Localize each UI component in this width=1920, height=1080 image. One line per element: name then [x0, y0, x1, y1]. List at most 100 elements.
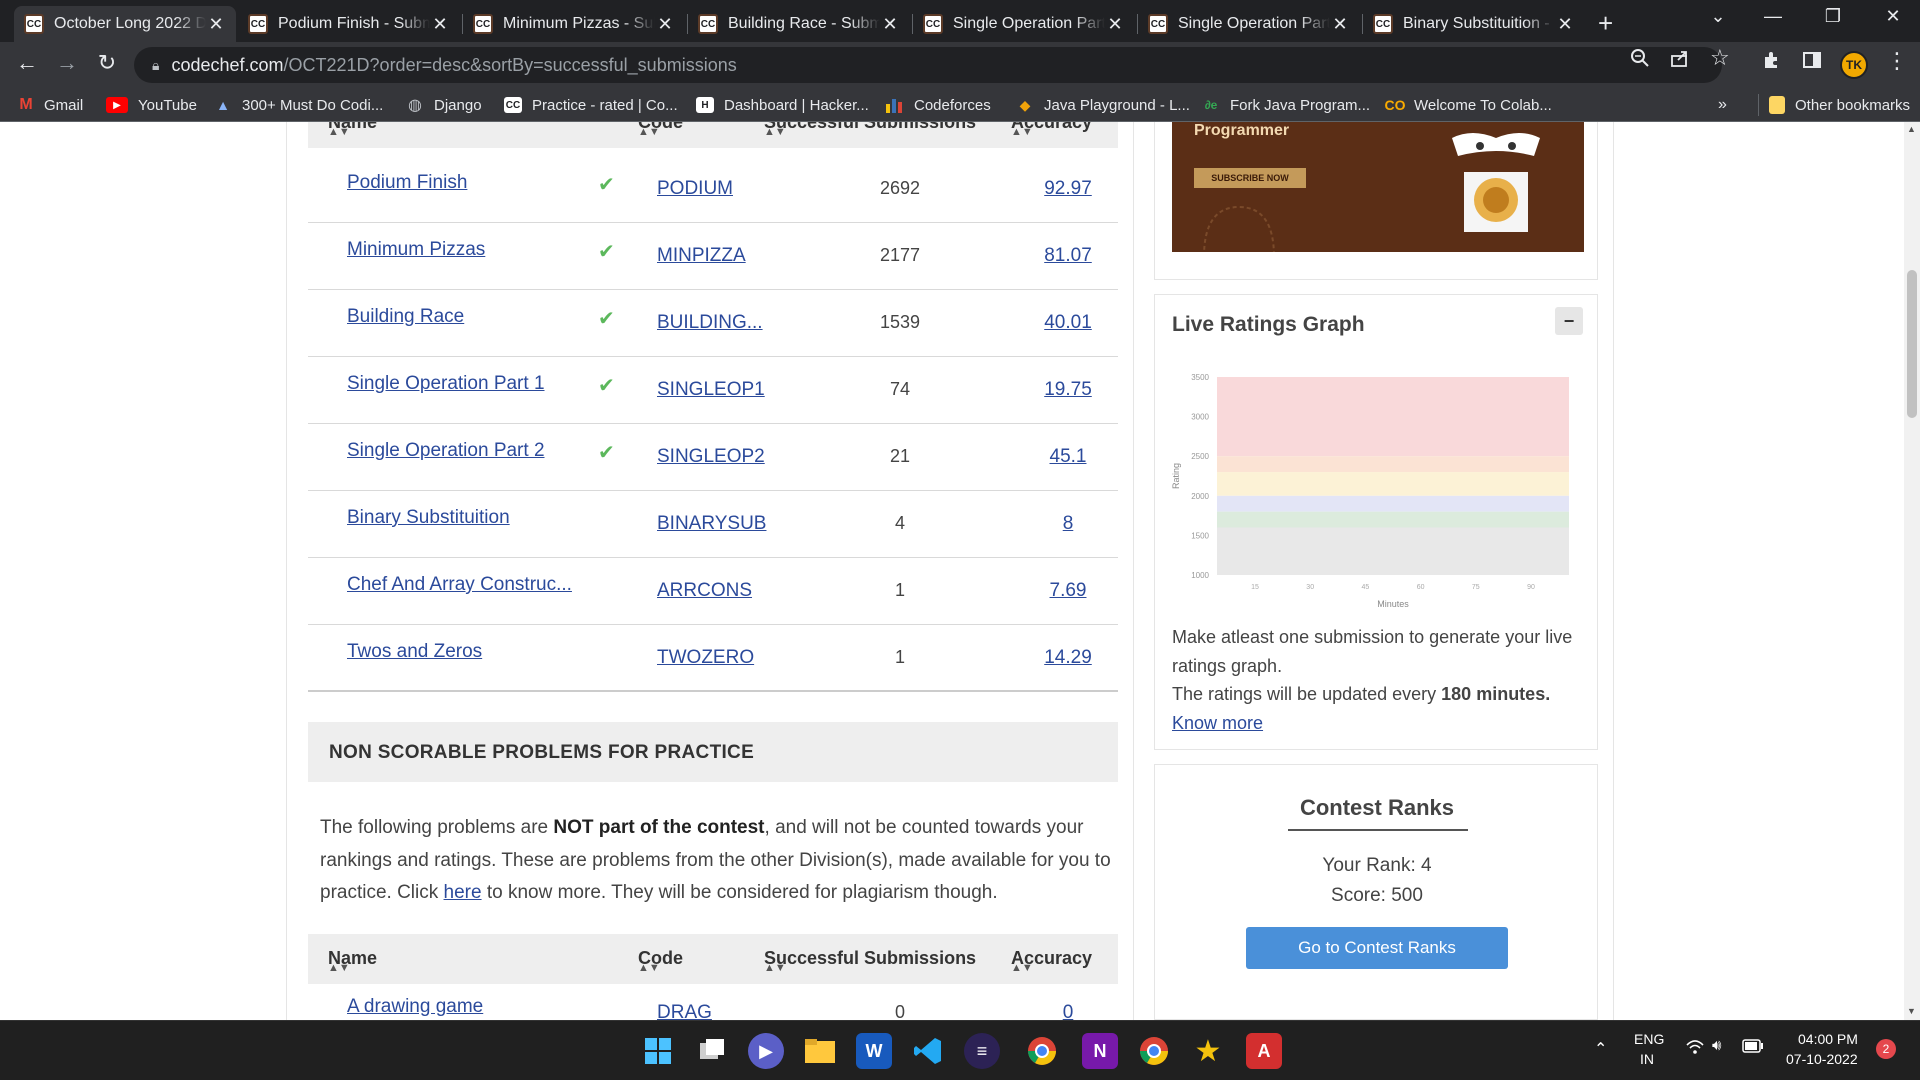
- col-accuracy-header[interactable]: ▲▼ Accuracy: [1011, 122, 1092, 138]
- close-icon[interactable]: ✕: [430, 14, 450, 35]
- subscribe-button[interactable]: SUBSCRIBE NOW: [1194, 168, 1306, 188]
- problem-code-link[interactable]: BINARYSUB: [657, 513, 766, 535]
- address-bar[interactable]: 🔒︎ codechef.com/OCT221D?order=desc&sortB…: [134, 47, 1722, 83]
- problem-code-link[interactable]: PODIUM: [657, 178, 733, 200]
- tab-binary-substituition[interactable]: CC Binary Substituition - ✕: [1363, 6, 1585, 42]
- bookmark-java-playground[interactable]: ◆ Java Playground - L...: [1016, 94, 1190, 116]
- tab-building-race[interactable]: CC Building Race - Submissions ✕: [688, 6, 910, 42]
- zoom-icon[interactable]: [1630, 48, 1650, 74]
- col-accuracy-header[interactable]: ▲▼ Accuracy: [1011, 948, 1092, 974]
- minimize-icon[interactable]: —: [1758, 6, 1788, 27]
- col-name-header[interactable]: ▲▼ Name: [328, 122, 377, 138]
- tab-search-icon[interactable]: ⌄: [1703, 6, 1733, 27]
- volume-icon[interactable]: 🔊︎: [1712, 1037, 1721, 1054]
- bookmark-youtube[interactable]: ▶ YouTube: [106, 94, 197, 116]
- bookmark-gmail[interactable]: M Gmail: [18, 94, 83, 116]
- col-submissions-header[interactable]: ▲▼ Successful Submissions: [764, 948, 976, 974]
- bookmark-must-do[interactable]: ▲ 300+ Must Do Codi...: [214, 94, 383, 116]
- accuracy-link[interactable]: 92.97: [1018, 178, 1118, 200]
- new-tab-button[interactable]: +: [1598, 8, 1613, 39]
- wifi-icon[interactable]: [1686, 1039, 1704, 1059]
- close-icon[interactable]: ✕: [1330, 14, 1350, 35]
- bookmark-colab[interactable]: CO Welcome To Colab...: [1385, 94, 1552, 116]
- bookmark-star-icon[interactable]: ☆: [1710, 45, 1730, 71]
- problem-name-link[interactable]: Twos and Zeros: [347, 641, 579, 663]
- problem-name-link[interactable]: Single Operation Part 2: [347, 440, 579, 462]
- side-panel-icon[interactable]: [1802, 50, 1822, 76]
- accuracy-link[interactable]: 81.07: [1018, 245, 1118, 267]
- scroll-down-icon[interactable]: ▼: [1907, 1006, 1916, 1016]
- notification-badge[interactable]: 2: [1876, 1039, 1896, 1059]
- accuracy-link[interactable]: 8: [1018, 513, 1118, 535]
- teams-chat-icon[interactable]: ▶: [748, 1033, 784, 1069]
- close-icon[interactable]: ✕: [1555, 14, 1575, 35]
- close-window-icon[interactable]: ✕: [1878, 6, 1908, 27]
- problem-name-link[interactable]: Binary Substituition: [347, 507, 579, 529]
- bookmark-django[interactable]: ◍ Django: [406, 94, 482, 116]
- bookmark-fork-java[interactable]: ∂e Fork Java Program...: [1202, 94, 1370, 116]
- here-link[interactable]: here: [444, 882, 482, 903]
- problem-name-link[interactable]: Building Race: [347, 306, 579, 328]
- bookmark-hackerrank[interactable]: H Dashboard | Hacker...: [696, 94, 869, 116]
- accuracy-link[interactable]: 0: [1018, 1002, 1118, 1020]
- menu-kebab-icon[interactable]: ⋮: [1886, 48, 1908, 74]
- acrobat-icon[interactable]: A: [1246, 1033, 1282, 1069]
- problem-code-link[interactable]: TWOZERO: [657, 647, 754, 669]
- share-icon[interactable]: [1670, 48, 1690, 74]
- col-code-header[interactable]: ▲▼ Code: [638, 948, 683, 974]
- problem-name-link[interactable]: Podium Finish: [347, 172, 579, 194]
- bookmarks-overflow-button[interactable]: »: [1718, 94, 1727, 116]
- chrome-icon[interactable]: [1136, 1033, 1172, 1069]
- problem-code-link[interactable]: SINGLEOP1: [657, 379, 765, 401]
- page-scrollbar[interactable]: ▲ ▼: [1904, 122, 1920, 1020]
- problem-name-link[interactable]: Chef And Array Construc...: [347, 574, 579, 596]
- problem-code-link[interactable]: BUILDING...: [657, 312, 763, 334]
- go-to-contest-ranks-button[interactable]: Go to Contest Ranks: [1246, 927, 1508, 969]
- forward-icon[interactable]: →: [52, 50, 82, 76]
- windows-start-icon[interactable]: [640, 1033, 676, 1069]
- problem-code-link[interactable]: DRAG: [657, 1002, 712, 1020]
- know-more-link[interactable]: Know more: [1172, 713, 1263, 733]
- vscode-icon[interactable]: [910, 1033, 946, 1069]
- col-code-header[interactable]: ▲▼ Code: [638, 122, 683, 138]
- accuracy-link[interactable]: 40.01: [1018, 312, 1118, 334]
- problem-name-link[interactable]: Minimum Pizzas: [347, 239, 579, 261]
- tray-overflow-icon[interactable]: ⌃: [1594, 1039, 1607, 1059]
- file-explorer-icon[interactable]: [802, 1033, 838, 1069]
- close-icon[interactable]: ✕: [1105, 14, 1125, 35]
- problem-name-link[interactable]: A drawing game: [347, 996, 579, 1018]
- problem-code-link[interactable]: MINPIZZA: [657, 245, 746, 267]
- star-app-icon[interactable]: ★: [1190, 1033, 1226, 1069]
- reload-icon[interactable]: ↻: [92, 50, 122, 76]
- input-language[interactable]: ENG: [1634, 1031, 1664, 1047]
- accuracy-link[interactable]: 19.75: [1018, 379, 1118, 401]
- back-icon[interactable]: ←: [12, 50, 42, 76]
- extensions-icon[interactable]: [1762, 50, 1782, 76]
- profile-avatar[interactable]: TK: [1840, 51, 1868, 79]
- restore-icon[interactable]: ❐: [1818, 6, 1848, 27]
- task-view-icon[interactable]: [694, 1033, 730, 1069]
- bookmark-practice[interactable]: CC Practice - rated | Co...: [504, 94, 678, 116]
- onenote-icon[interactable]: N: [1082, 1033, 1118, 1069]
- other-bookmarks[interactable]: Other bookmarks: [1758, 94, 1910, 116]
- word-icon[interactable]: W: [856, 1033, 892, 1069]
- tab-minimum-pizzas[interactable]: CC Minimum Pizzas - Submissions ✕: [463, 6, 685, 42]
- tab-single-op-1[interactable]: CC Single Operation Part 1 ✕: [913, 6, 1135, 42]
- close-icon[interactable]: ✕: [655, 14, 675, 35]
- eclipse-icon[interactable]: ≡: [964, 1033, 1000, 1069]
- accuracy-link[interactable]: 7.69: [1018, 580, 1118, 602]
- accuracy-link[interactable]: 14.29: [1018, 647, 1118, 669]
- problem-code-link[interactable]: ARRCONS: [657, 580, 752, 602]
- bookmark-codeforces[interactable]: Codeforces: [886, 94, 991, 116]
- close-icon[interactable]: ✕: [880, 14, 900, 35]
- clock-time[interactable]: 04:00 PM: [1798, 1031, 1858, 1047]
- col-name-header[interactable]: ▲▼ Name: [328, 948, 377, 974]
- collapse-button[interactable]: −: [1555, 307, 1583, 335]
- problem-code-link[interactable]: SINGLEOP2: [657, 446, 765, 468]
- scroll-up-icon[interactable]: ▲: [1907, 124, 1916, 134]
- col-submissions-header[interactable]: ▲▼ Successful Submissions: [764, 122, 976, 138]
- scrollbar-thumb[interactable]: [1907, 270, 1917, 418]
- tab-single-op-2[interactable]: CC Single Operation Part 2 ✕: [1138, 6, 1360, 42]
- problem-name-link[interactable]: Single Operation Part 1: [347, 373, 579, 395]
- tab-podium-finish[interactable]: CC Podium Finish - Submissions ✕: [238, 6, 460, 42]
